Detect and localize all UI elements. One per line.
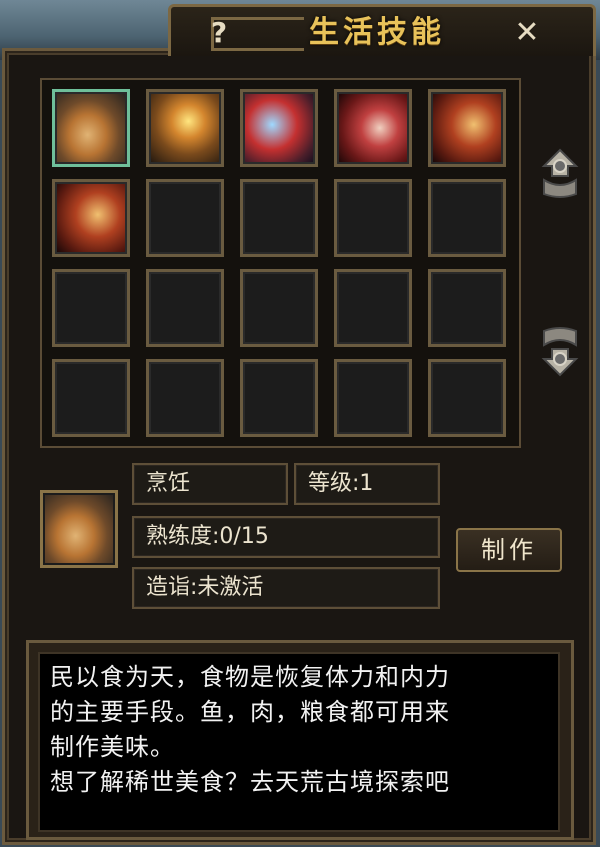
empty-skill-slot[interactable] <box>240 269 318 347</box>
crafting-hammer-icon <box>57 184 125 252</box>
crafting-hammer-icon <box>433 94 501 162</box>
empty-skill-slot[interactable] <box>334 179 412 257</box>
skill-name: 烹饪 <box>132 463 288 505</box>
empty-skill-slot[interactable] <box>428 179 506 257</box>
empty-skill-slot[interactable] <box>428 269 506 347</box>
scroll-down-button[interactable] <box>538 325 582 379</box>
skill-mastery: 造诣:未激活 <box>132 567 440 609</box>
empty-skill-slot[interactable] <box>334 359 412 437</box>
description-line: 制作美味。 <box>50 733 175 761</box>
make-button[interactable]: 制作 <box>456 528 562 572</box>
description-line: 想了解稀世美食？去天荒古境探索吧 <box>50 768 450 796</box>
skill-slot[interactable] <box>146 89 224 167</box>
skill-level: 等级:1 <box>294 463 440 505</box>
scroll-down-arrow-icon <box>541 327 579 377</box>
empty-skill-slot[interactable] <box>52 359 130 437</box>
description-box: 民以食为天，食物是恢复体力和内力 的主要手段。鱼，肉，粮食都可用来 制作美味。 … <box>38 652 560 832</box>
help-button[interactable]: ? <box>204 16 234 50</box>
roast-chicken-icon <box>45 495 113 563</box>
roast-chicken-icon <box>57 94 125 162</box>
selected-skill-icon <box>40 490 118 568</box>
description-line: 的主要手段。鱼，肉，粮食都可用来 <box>50 698 450 726</box>
close-button[interactable]: ✕ <box>510 16 544 50</box>
empty-skill-slot[interactable] <box>146 179 224 257</box>
scroll-up-arrow-icon <box>541 148 579 198</box>
skill-slot[interactable] <box>334 89 412 167</box>
empty-skill-slot[interactable] <box>240 359 318 437</box>
skill-slot[interactable] <box>52 179 130 257</box>
empty-skill-slot[interactable] <box>334 269 412 347</box>
skill-slot[interactable] <box>428 89 506 167</box>
window-title: 生活技能 <box>309 15 445 50</box>
scroll-up-button[interactable] <box>538 146 582 200</box>
description-line: 民以食为天，食物是恢复体力和内力 <box>50 663 450 691</box>
potion-brewing-icon <box>245 94 313 162</box>
empty-skill-slot[interactable] <box>146 359 224 437</box>
empty-skill-slot[interactable] <box>428 359 506 437</box>
empty-skill-slot[interactable] <box>52 269 130 347</box>
tailoring-needle-icon <box>339 94 407 162</box>
skill-slot[interactable] <box>52 89 130 167</box>
description-text: 民以食为天，食物是恢复体力和内力 的主要手段。鱼，肉，粮食都可用来 制作美味。 … <box>40 654 558 800</box>
skill-proficiency: 熟练度:0/15 <box>132 516 440 558</box>
skill-slot[interactable] <box>240 89 318 167</box>
forging-anvil-icon <box>151 94 219 162</box>
empty-skill-slot[interactable] <box>240 179 318 257</box>
empty-skill-slot[interactable] <box>146 269 224 347</box>
